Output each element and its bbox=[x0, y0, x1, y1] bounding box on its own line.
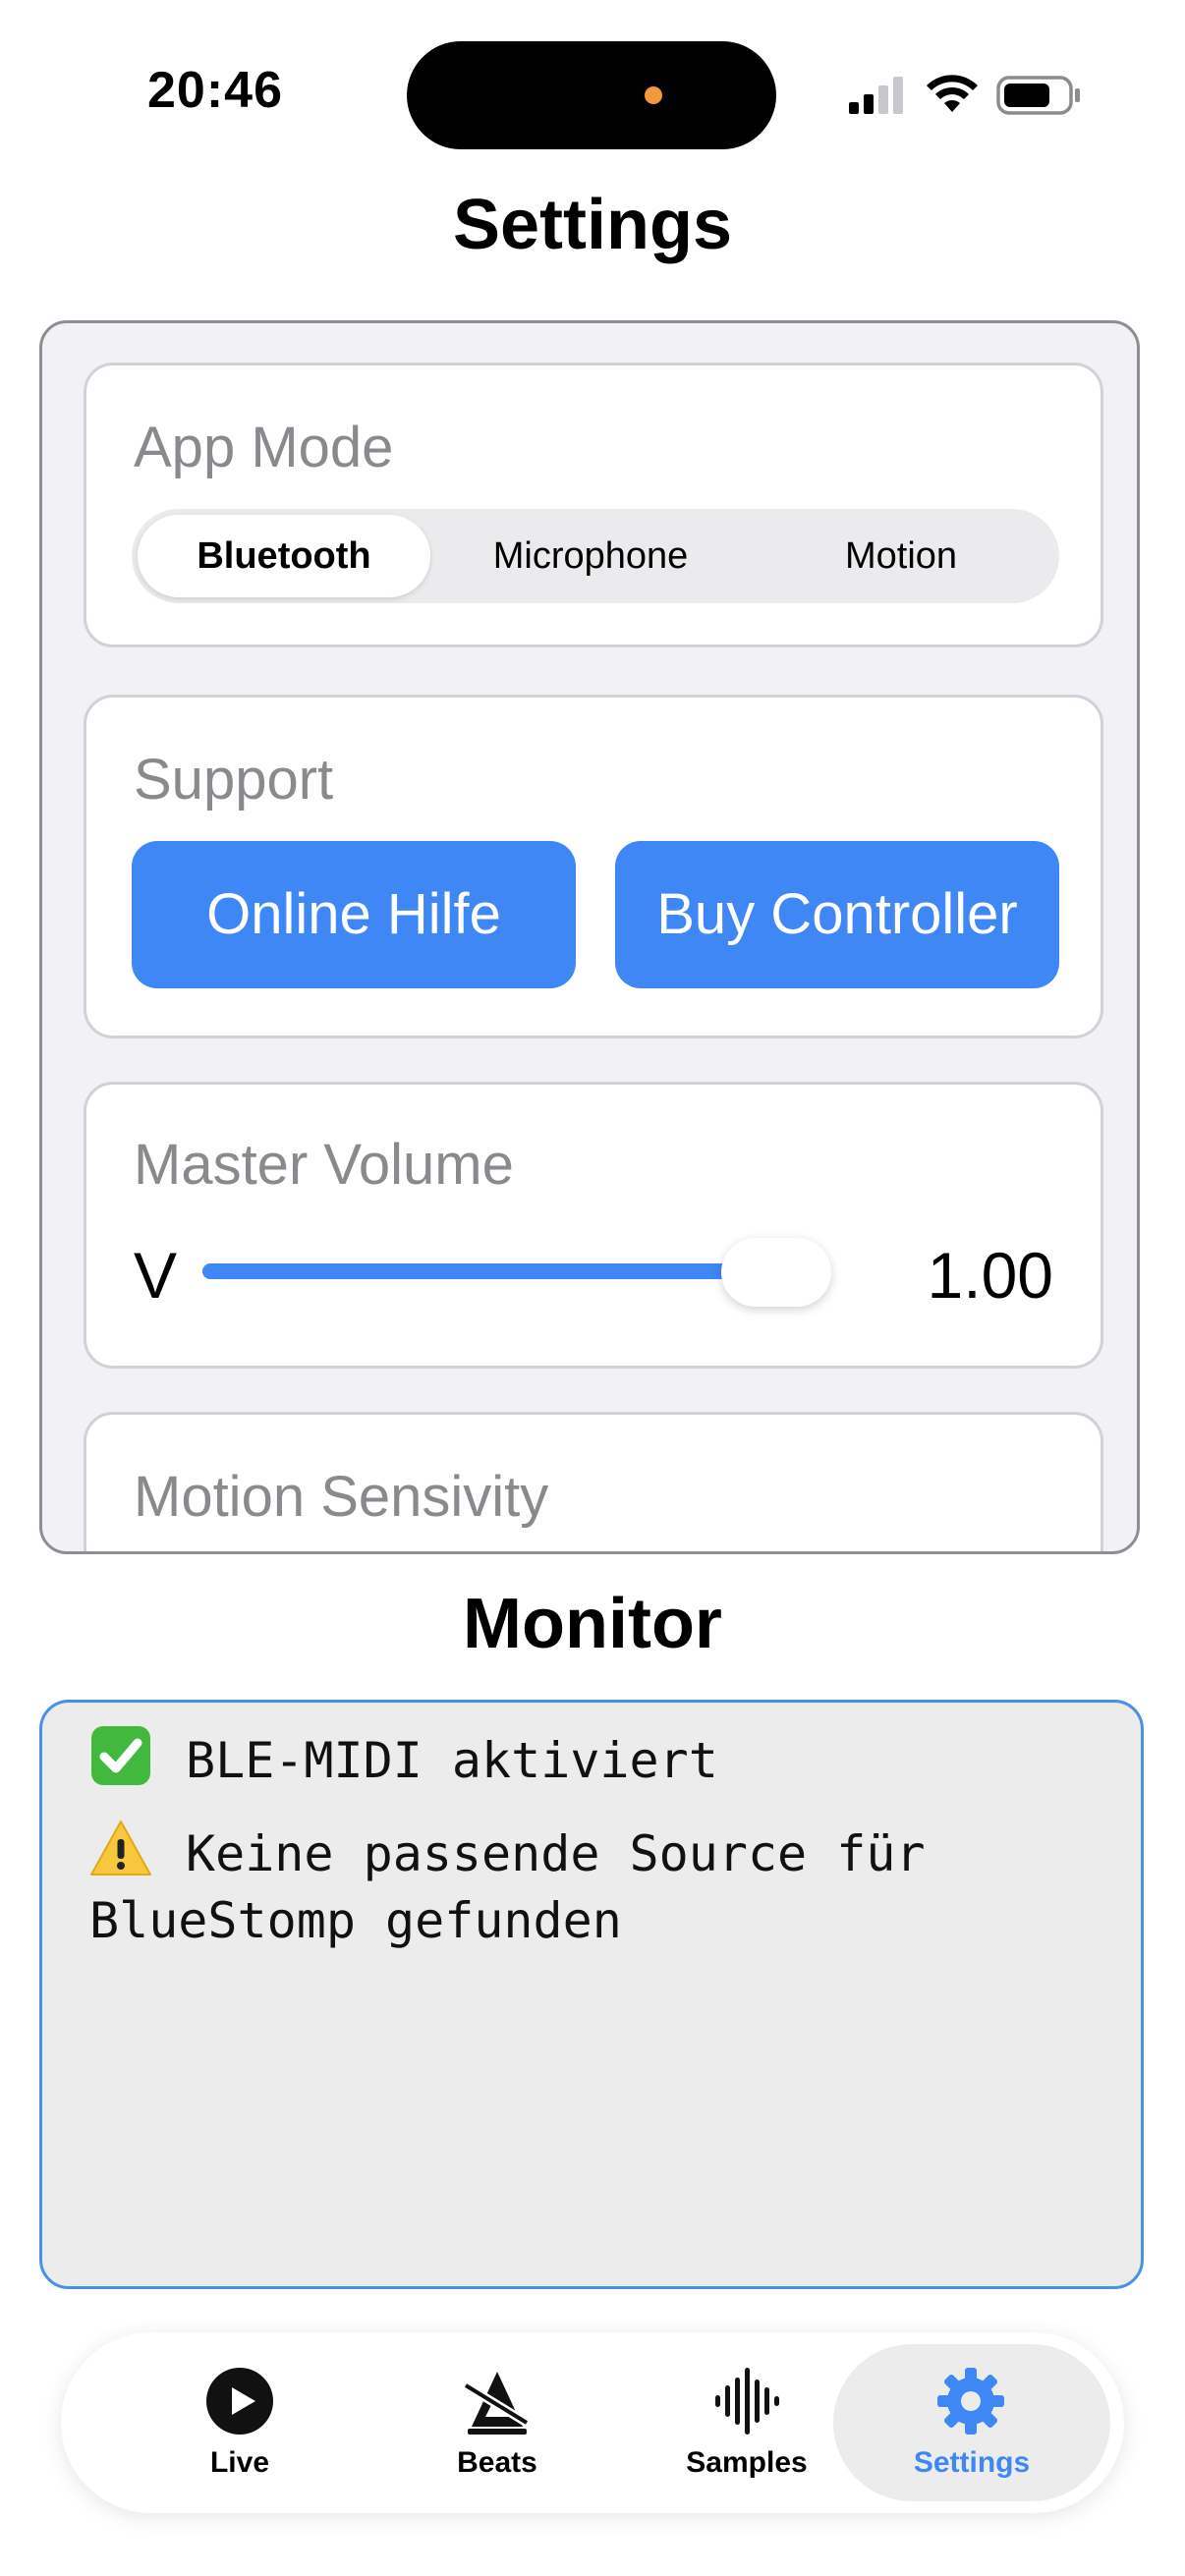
warning-icon bbox=[90, 1820, 151, 1876]
app-mode-card: App Mode Bluetooth Microphone Motion bbox=[84, 363, 1103, 647]
tab-beats-label: Beats bbox=[457, 2446, 537, 2479]
master-volume-card: Master Volume V 1.00 bbox=[84, 1082, 1103, 1369]
tab-settings[interactable]: Settings bbox=[833, 2344, 1110, 2501]
play-circle-icon bbox=[206, 2368, 273, 2435]
status-bar: 20:46 bbox=[0, 0, 1185, 187]
volume-prefix: V bbox=[134, 1239, 178, 1312]
motion-sensitivity-card: Motion Sensivity bbox=[84, 1412, 1103, 1551]
waveform-icon bbox=[715, 2368, 779, 2435]
support-card: Support Online Hilfe Buy Controller bbox=[84, 695, 1103, 1038]
monitor-title: Monitor bbox=[463, 1585, 722, 1663]
status-time: 20:46 bbox=[147, 62, 283, 119]
support-label: Support bbox=[134, 748, 334, 812]
monitor-log[interactable]: BLE-MIDI aktiviert Keine passende Source… bbox=[39, 1700, 1144, 2289]
tab-live[interactable]: Live bbox=[110, 2344, 369, 2501]
settings-screen: 20:46 Settings App Mode Bluetooth Microp… bbox=[0, 0, 1185, 2576]
segment-bluetooth[interactable]: Bluetooth bbox=[138, 515, 430, 597]
tab-bar: Live Beats Samples Settings bbox=[61, 2332, 1124, 2513]
segment-microphone[interactable]: Microphone bbox=[444, 515, 737, 597]
metronome-icon bbox=[463, 2372, 530, 2435]
cellular-signal-icon bbox=[849, 77, 903, 114]
tab-live-label: Live bbox=[209, 2446, 270, 2479]
check-mark-icon bbox=[91, 1726, 150, 1785]
volume-value: 1.00 bbox=[927, 1239, 1053, 1312]
online-help-button[interactable]: Online Hilfe bbox=[132, 841, 576, 988]
app-mode-label: App Mode bbox=[134, 416, 394, 479]
motion-sensitivity-label: Motion Sensivity bbox=[134, 1465, 549, 1529]
gear-icon bbox=[937, 2368, 1004, 2435]
page-title: Settings bbox=[452, 186, 733, 264]
volume-slider-fill bbox=[202, 1263, 776, 1279]
battery-icon bbox=[996, 76, 1080, 115]
volume-slider-thumb[interactable] bbox=[721, 1238, 831, 1307]
dynamic-island bbox=[407, 41, 776, 149]
log-text: Keine passende Source für BlueStomp gefu… bbox=[89, 1825, 955, 1949]
log-line: Keine passende Source für BlueStomp gefu… bbox=[89, 1818, 1094, 1954]
log-text: BLE-MIDI aktiviert bbox=[186, 1732, 718, 1789]
wifi-icon bbox=[927, 75, 978, 112]
segment-motion[interactable]: Motion bbox=[755, 515, 1047, 597]
buy-controller-button[interactable]: Buy Controller bbox=[615, 841, 1059, 988]
log-line: BLE-MIDI aktiviert bbox=[89, 1724, 1094, 1794]
tab-settings-label: Settings bbox=[913, 2446, 1031, 2479]
settings-scroll-view[interactable]: App Mode Bluetooth Microphone Motion Sup… bbox=[39, 320, 1140, 1554]
master-volume-label: Master Volume bbox=[134, 1133, 514, 1197]
app-mode-segmented-control[interactable]: Bluetooth Microphone Motion bbox=[132, 509, 1059, 603]
tab-beats[interactable]: Beats bbox=[367, 2344, 627, 2501]
camera-indicator-dot bbox=[645, 86, 662, 104]
